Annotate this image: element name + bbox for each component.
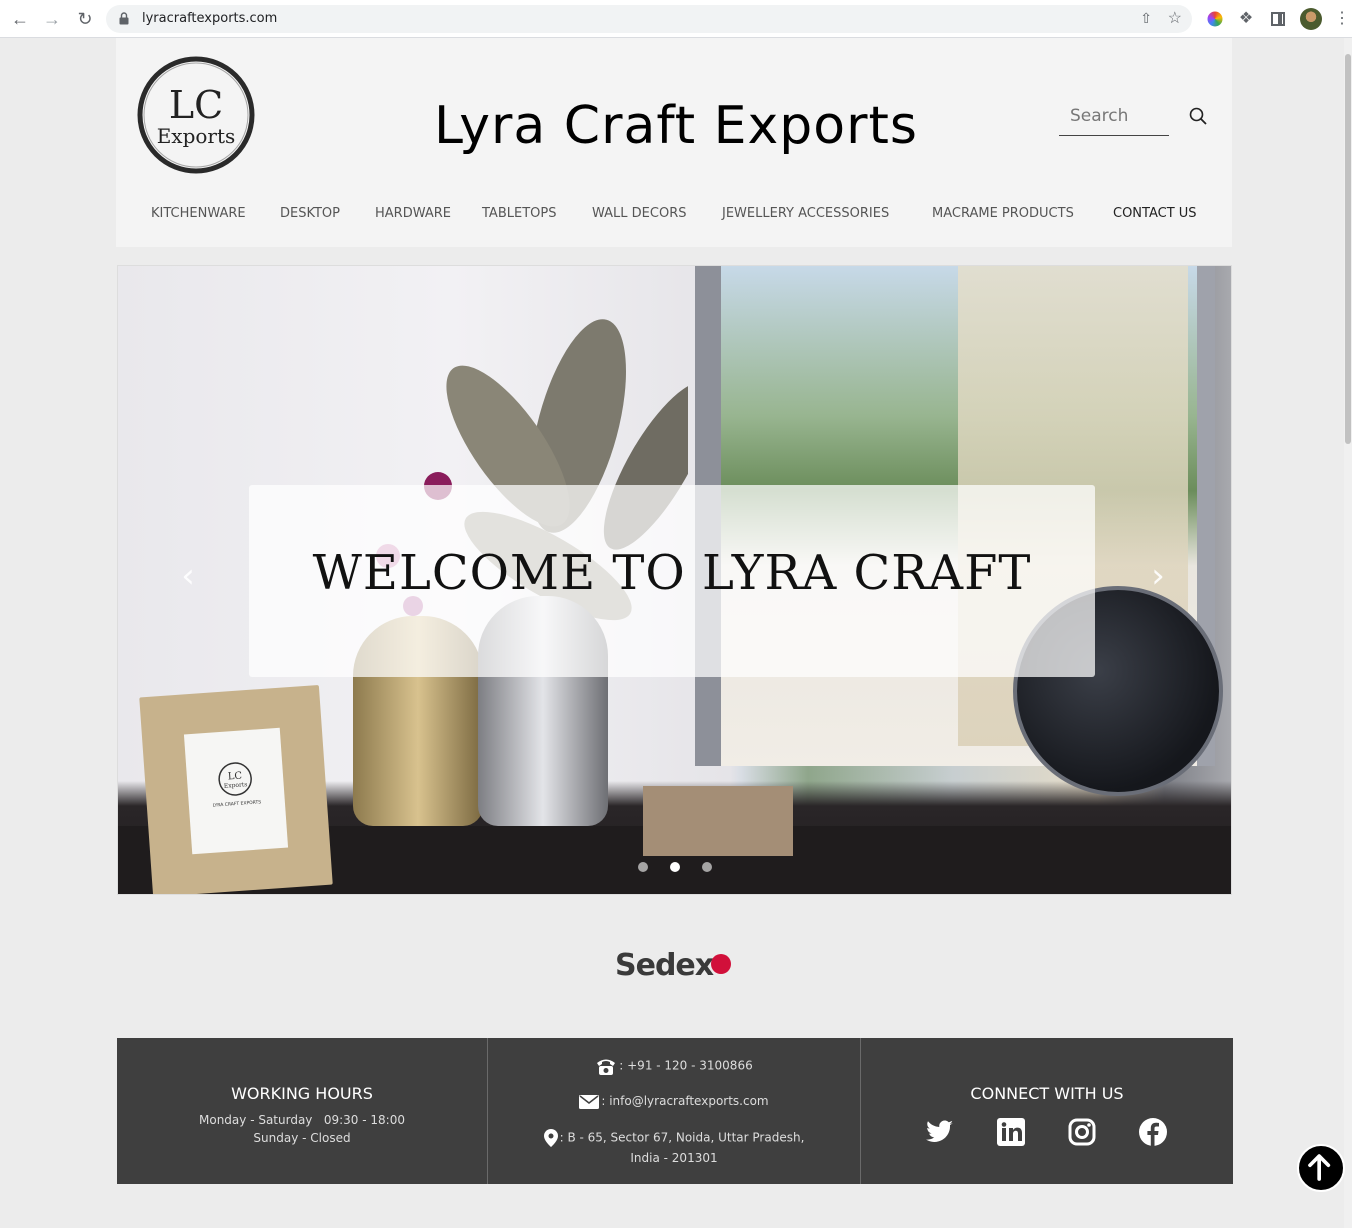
facebook-icon[interactable]: [1137, 1116, 1169, 1148]
photo-frame-image: LC Exports LYRA CRAFT EXPORTS: [139, 684, 333, 894]
address-text-line2: India - 201301: [630, 1151, 718, 1165]
welcome-text: WELCOME TO LYRA CRAFT: [312, 545, 1032, 601]
phone-line: : +91 - 120 - 3100866: [488, 1056, 860, 1076]
nav-tabletops[interactable]: TABLETOPS: [482, 206, 556, 221]
working-hours-title: WORKING HOURS: [231, 1084, 373, 1103]
scrollbar-thumb[interactable]: [1345, 54, 1351, 444]
connect-title: CONNECT WITH US: [970, 1084, 1124, 1103]
main-nav: KITCHENWARE DESKTOP HARDWARE TABLETOPS W…: [116, 206, 1232, 228]
hero-slider: LC Exports LYRA CRAFT EXPORTS WELCOME TO…: [117, 265, 1232, 895]
slider-dot-3[interactable]: [702, 862, 712, 872]
sedex-logo: Sedex: [615, 948, 731, 988]
nav-hardware[interactable]: HARDWARE: [375, 206, 451, 221]
slider-dot-1[interactable]: [638, 862, 648, 872]
sedex-logo-text: Sedex: [615, 948, 714, 983]
nav-macrame-products[interactable]: MACRAME PRODUCTS: [932, 206, 1074, 221]
frame-caption: LYRA CRAFT EXPORTS: [212, 799, 261, 808]
forward-arrow-icon[interactable]: →: [42, 9, 62, 29]
email-line: : info@lyracraftexports.com: [488, 1094, 860, 1109]
nav-jewellery-accessories[interactable]: JEWELLERY ACCESSORIES: [722, 206, 889, 221]
logo-exports-text: Exports: [157, 124, 236, 148]
site-header: LC Exports Lyra Craft Exports KITCHENWAR…: [116, 38, 1232, 247]
back-arrow-icon[interactable]: ←: [10, 9, 30, 29]
arrow-up-icon: [1308, 1154, 1331, 1181]
nav-desktop[interactable]: DESKTOP: [280, 206, 340, 221]
lock-icon: [119, 12, 129, 25]
chevron-left-icon[interactable]: ‹: [173, 559, 203, 593]
reload-icon[interactable]: ↻: [75, 9, 95, 29]
hours-sunday: Sunday - Closed: [253, 1131, 351, 1145]
search-input[interactable]: [1059, 100, 1169, 132]
instagram-icon[interactable]: [1066, 1116, 1098, 1148]
slider-dot-2[interactable]: [670, 862, 680, 872]
slider-indicators: [638, 862, 718, 872]
welcome-banner: WELCOME TO LYRA CRAFT: [249, 485, 1095, 677]
nav-contact-us[interactable]: CONTACT US: [1113, 206, 1197, 221]
envelope-icon: [579, 1094, 600, 1109]
extensions-puzzle-icon[interactable]: ❖: [1236, 9, 1256, 29]
chevron-right-icon[interactable]: ›: [1143, 559, 1173, 593]
lc-exports-logo[interactable]: LC Exports: [136, 55, 256, 175]
sedex-mark-icon: [711, 954, 731, 974]
nav-wall-decors[interactable]: WALL DECORS: [592, 206, 686, 221]
connect-section: CONNECT WITH US: [861, 1038, 1233, 1184]
twitter-icon[interactable]: [923, 1116, 955, 1148]
map-pin-icon: [543, 1129, 558, 1147]
bookmark-star-icon[interactable]: ☆: [1168, 8, 1182, 28]
url-text: lyracraftexports.com: [142, 11, 278, 26]
side-panel-icon[interactable]: [1268, 9, 1288, 29]
address-line: : B - 65, Sector 67, Noida, Uttar Prades…: [488, 1129, 860, 1147]
phone-text[interactable]: : +91 - 120 - 3100866: [619, 1059, 752, 1073]
contact-section: : +91 - 120 - 3100866 : info@lyracraftex…: [488, 1038, 861, 1184]
profile-avatar[interactable]: [1300, 8, 1322, 30]
wooden-box-image: [643, 786, 793, 856]
back-to-top-button[interactable]: [1297, 1144, 1345, 1192]
hours-weekdays: Monday - Saturday 09:30 - 18:00: [199, 1113, 405, 1127]
linkedin-icon[interactable]: [995, 1116, 1027, 1148]
email-text[interactable]: : info@lyracraftexports.com: [601, 1094, 768, 1108]
site-footer: WORKING HOURS Monday - Saturday 09:30 - …: [117, 1038, 1233, 1184]
logo-lc-text: LC: [169, 83, 223, 127]
browser-toolbar: ← → ↻ lyracraftexports.com ⇧ ☆ ❖ ⋮: [0, 0, 1352, 38]
nav-kitchenware[interactable]: KITCHENWARE: [151, 206, 246, 221]
search-icon[interactable]: [1188, 106, 1208, 126]
address-text-line1: : B - 65, Sector 67, Noida, Uttar Prades…: [559, 1130, 805, 1145]
frame-lc-logo: LC Exports LYRA CRAFT EXPORTS: [212, 762, 261, 809]
telephone-icon: [597, 1059, 616, 1075]
frame-logo-exports: Exports: [224, 781, 248, 790]
browser-menu-icon[interactable]: ⋮: [1334, 9, 1352, 29]
color-picker-extension-icon[interactable]: [1207, 11, 1223, 27]
address-bar[interactable]: lyracraftexports.com ⇧ ☆: [106, 5, 1192, 33]
share-icon[interactable]: ⇧: [1140, 10, 1152, 27]
search-box: [1059, 100, 1169, 136]
site-title: Lyra Craft Exports: [434, 96, 918, 156]
page-scrollbar[interactable]: [1344, 38, 1352, 1228]
working-hours-section: WORKING HOURS Monday - Saturday 09:30 - …: [117, 1038, 488, 1184]
